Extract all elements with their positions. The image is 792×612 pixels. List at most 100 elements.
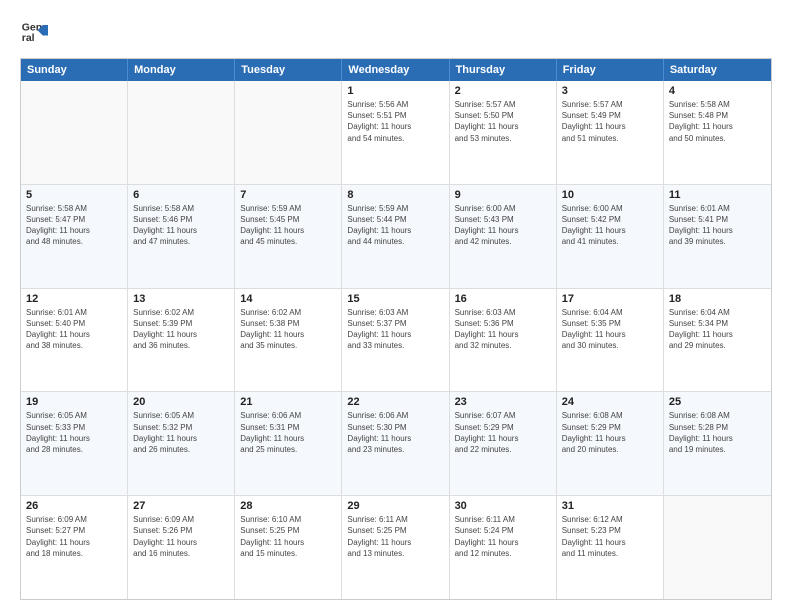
calendar-row-4: 19 Sunrise: 6:05 AM Sunset: 5:33 PM Dayli…: [21, 392, 771, 496]
cell-info-text: Sunrise: 6:10 AM Sunset: 5:25 PM Dayligh…: [240, 514, 336, 559]
calendar-row-5: 26Sunrise: 6:09 AM Sunset: 5:27 PM Dayli…: [21, 496, 771, 599]
calendar-cell: 30 Sunrise: 6:11 AM Sunset: 5:24 PM Dayli…: [450, 496, 557, 599]
cell-info-text: Sunrise: 5:59 AM Sunset: 5:44 PM Dayligh…: [347, 203, 443, 248]
cell-date-number: 11: [669, 189, 766, 201]
cell-date-number: 26: [26, 500, 122, 512]
cell-info-text: Sunrise: 6:08 AM Sunset: 5:29 PM Dayligh…: [562, 410, 658, 455]
weekday-header-saturday: Saturday: [664, 59, 771, 81]
calendar-cell: 13 Sunrise: 6:02 AM Sunset: 5:39 PM Dayli…: [128, 289, 235, 392]
calendar-row-3: 12 Sunrise: 6:01 AM Sunset: 5:40 PM Dayli…: [21, 289, 771, 393]
cell-info-text: Sunrise: 6:06 AM Sunset: 5:31 PM Dayligh…: [240, 410, 336, 455]
calendar-cell: 4Sunrise: 5:58 AM Sunset: 5:48 PM Daylig…: [664, 81, 771, 184]
calendar-row-2: 5Sunrise: 5:58 AM Sunset: 5:47 PM Daylig…: [21, 185, 771, 289]
calendar-cell: [128, 81, 235, 184]
logo: Gene ral: [20, 18, 52, 46]
cell-date-number: 6: [133, 189, 229, 201]
calendar-cell: 15 Sunrise: 6:03 AM Sunset: 5:37 PM Dayli…: [342, 289, 449, 392]
cell-date-number: 30: [455, 500, 551, 512]
calendar-cell: 14 Sunrise: 6:02 AM Sunset: 5:38 PM Dayli…: [235, 289, 342, 392]
cell-date-number: 5: [26, 189, 122, 201]
cell-info-text: Sunrise: 6:02 AM Sunset: 5:39 PM Dayligh…: [133, 307, 229, 352]
cell-date-number: 10: [562, 189, 658, 201]
calendar-cell: 21 Sunrise: 6:06 AM Sunset: 5:31 PM Dayli…: [235, 392, 342, 495]
cell-info-text: Sunrise: 6:02 AM Sunset: 5:38 PM Dayligh…: [240, 307, 336, 352]
calendar-cell: 8 Sunrise: 5:59 AM Sunset: 5:44 PM Daylig…: [342, 185, 449, 288]
cell-date-number: 31: [562, 500, 658, 512]
cell-date-number: 12: [26, 293, 122, 305]
cell-date-number: 18: [669, 293, 766, 305]
cell-info-text: Sunrise: 5:58 AM Sunset: 5:48 PM Dayligh…: [669, 99, 766, 144]
cell-info-text: Sunrise: 5:57 AM Sunset: 5:49 PM Dayligh…: [562, 99, 658, 144]
calendar-cell: [664, 496, 771, 599]
cell-info-text: Sunrise: 6:06 AM Sunset: 5:30 PM Dayligh…: [347, 410, 443, 455]
weekday-header-thursday: Thursday: [450, 59, 557, 81]
calendar-header: SundayMondayTuesdayWednesdayThursdayFrid…: [21, 59, 771, 81]
calendar-cell: 3Sunrise: 5:57 AM Sunset: 5:49 PM Daylig…: [557, 81, 664, 184]
cell-date-number: 7: [240, 189, 336, 201]
weekday-header-monday: Monday: [128, 59, 235, 81]
calendar-cell: 27 Sunrise: 6:09 AM Sunset: 5:26 PM Dayli…: [128, 496, 235, 599]
calendar-row-1: 1Sunrise: 5:56 AM Sunset: 5:51 PM Daylig…: [21, 81, 771, 185]
weekday-header-wednesday: Wednesday: [342, 59, 449, 81]
header: Gene ral: [20, 18, 772, 46]
cell-info-text: Sunrise: 6:00 AM Sunset: 5:42 PM Dayligh…: [562, 203, 658, 248]
cell-date-number: 13: [133, 293, 229, 305]
cell-info-text: Sunrise: 6:11 AM Sunset: 5:25 PM Dayligh…: [347, 514, 443, 559]
cell-date-number: 21: [240, 396, 336, 408]
calendar-cell: 12 Sunrise: 6:01 AM Sunset: 5:40 PM Dayli…: [21, 289, 128, 392]
calendar-cell: 1Sunrise: 5:56 AM Sunset: 5:51 PM Daylig…: [342, 81, 449, 184]
calendar-cell: 24 Sunrise: 6:08 AM Sunset: 5:29 PM Dayli…: [557, 392, 664, 495]
page: Gene ral SundayMondayTuesdayWednesdayThu…: [0, 0, 792, 612]
cell-info-text: Sunrise: 5:58 AM Sunset: 5:46 PM Dayligh…: [133, 203, 229, 248]
cell-info-text: Sunrise: 5:59 AM Sunset: 5:45 PM Dayligh…: [240, 203, 336, 248]
cell-date-number: 24: [562, 396, 658, 408]
calendar-cell: 19 Sunrise: 6:05 AM Sunset: 5:33 PM Dayli…: [21, 392, 128, 495]
calendar: SundayMondayTuesdayWednesdayThursdayFrid…: [20, 58, 772, 600]
calendar-cell: 26Sunrise: 6:09 AM Sunset: 5:27 PM Dayli…: [21, 496, 128, 599]
cell-date-number: 14: [240, 293, 336, 305]
cell-info-text: Sunrise: 6:00 AM Sunset: 5:43 PM Dayligh…: [455, 203, 551, 248]
cell-date-number: 22: [347, 396, 443, 408]
calendar-body: 1Sunrise: 5:56 AM Sunset: 5:51 PM Daylig…: [21, 81, 771, 599]
cell-info-text: Sunrise: 6:01 AM Sunset: 5:40 PM Dayligh…: [26, 307, 122, 352]
cell-info-text: Sunrise: 6:05 AM Sunset: 5:33 PM Dayligh…: [26, 410, 122, 455]
cell-info-text: Sunrise: 6:08 AM Sunset: 5:28 PM Dayligh…: [669, 410, 766, 455]
cell-date-number: 27: [133, 500, 229, 512]
calendar-cell: 31 Sunrise: 6:12 AM Sunset: 5:23 PM Dayli…: [557, 496, 664, 599]
cell-info-text: Sunrise: 6:09 AM Sunset: 5:26 PM Dayligh…: [133, 514, 229, 559]
cell-date-number: 20: [133, 396, 229, 408]
calendar-cell: 7 Sunrise: 5:59 AM Sunset: 5:45 PM Daylig…: [235, 185, 342, 288]
calendar-cell: 11 Sunrise: 6:01 AM Sunset: 5:41 PM Dayli…: [664, 185, 771, 288]
calendar-cell: 23 Sunrise: 6:07 AM Sunset: 5:29 PM Dayli…: [450, 392, 557, 495]
calendar-cell: 17Sunrise: 6:04 AM Sunset: 5:35 PM Dayli…: [557, 289, 664, 392]
cell-date-number: 28: [240, 500, 336, 512]
cell-info-text: Sunrise: 6:03 AM Sunset: 5:37 PM Dayligh…: [347, 307, 443, 352]
cell-date-number: 25: [669, 396, 766, 408]
calendar-cell: 6 Sunrise: 5:58 AM Sunset: 5:46 PM Daylig…: [128, 185, 235, 288]
calendar-cell: 20 Sunrise: 6:05 AM Sunset: 5:32 PM Dayli…: [128, 392, 235, 495]
cell-info-text: Sunrise: 6:01 AM Sunset: 5:41 PM Dayligh…: [669, 203, 766, 248]
cell-info-text: Sunrise: 6:05 AM Sunset: 5:32 PM Dayligh…: [133, 410, 229, 455]
calendar-cell: 5Sunrise: 5:58 AM Sunset: 5:47 PM Daylig…: [21, 185, 128, 288]
calendar-cell: 2Sunrise: 5:57 AM Sunset: 5:50 PM Daylig…: [450, 81, 557, 184]
logo-icon: Gene ral: [20, 18, 48, 46]
cell-info-text: Sunrise: 6:03 AM Sunset: 5:36 PM Dayligh…: [455, 307, 551, 352]
cell-info-text: Sunrise: 6:11 AM Sunset: 5:24 PM Dayligh…: [455, 514, 551, 559]
cell-date-number: 23: [455, 396, 551, 408]
cell-date-number: 15: [347, 293, 443, 305]
cell-info-text: Sunrise: 6:12 AM Sunset: 5:23 PM Dayligh…: [562, 514, 658, 559]
calendar-cell: 29 Sunrise: 6:11 AM Sunset: 5:25 PM Dayli…: [342, 496, 449, 599]
cell-info-text: Sunrise: 6:07 AM Sunset: 5:29 PM Dayligh…: [455, 410, 551, 455]
cell-date-number: 17: [562, 293, 658, 305]
cell-date-number: 8: [347, 189, 443, 201]
cell-date-number: 19: [26, 396, 122, 408]
cell-info-text: Sunrise: 6:04 AM Sunset: 5:34 PM Dayligh…: [669, 307, 766, 352]
calendar-cell: [21, 81, 128, 184]
cell-info-text: Sunrise: 5:56 AM Sunset: 5:51 PM Dayligh…: [347, 99, 443, 144]
cell-date-number: 29: [347, 500, 443, 512]
calendar-cell: 25 Sunrise: 6:08 AM Sunset: 5:28 PM Dayli…: [664, 392, 771, 495]
weekday-header-friday: Friday: [557, 59, 664, 81]
cell-info-text: Sunrise: 5:57 AM Sunset: 5:50 PM Dayligh…: [455, 99, 551, 144]
weekday-header-sunday: Sunday: [21, 59, 128, 81]
svg-text:ral: ral: [22, 32, 35, 44]
